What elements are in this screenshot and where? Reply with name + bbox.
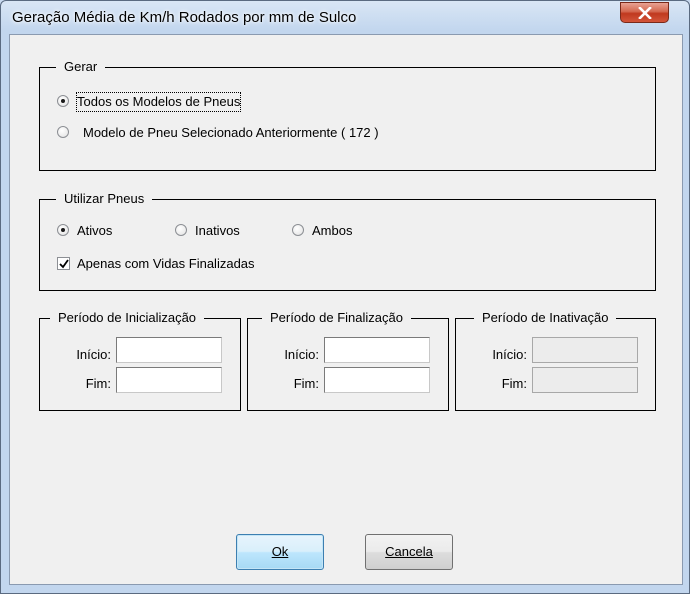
gerar-legend: Gerar [56, 59, 106, 75]
radio-label: Ativos [77, 223, 113, 238]
checkbox[interactable] [57, 257, 70, 270]
periodo-inativacao-group: Período de Inativação Início: Fim: [455, 310, 656, 411]
inicio-label: Início: [76, 347, 111, 362]
utilizar-pneus-legend: Utilizar Pneus [56, 191, 153, 207]
inicializacao-fim-field[interactable] [116, 367, 222, 393]
dialog-window: Geração Média de Km/h Rodados por mm de … [0, 0, 690, 594]
periodo-finalizacao-group: Período de Finalização Início: Fim: [247, 310, 449, 411]
finalizacao-inicio-field[interactable] [324, 337, 430, 363]
inicio-label: Início: [492, 347, 527, 362]
ok-button-label: Ok [271, 544, 289, 559]
fim-label: Fim: [501, 376, 527, 391]
radio-label: Inativos [195, 223, 240, 238]
periodo-finalizacao-legend: Período de Finalização [262, 310, 411, 326]
radio-label: Ambos [312, 223, 353, 238]
radio-button-icon[interactable] [57, 126, 69, 138]
title-bar[interactable]: Geração Média de Km/h Rodados por mm de … [1, 1, 689, 35]
inativacao-fim-field [532, 367, 638, 393]
periodo-inicializacao-legend: Período de Inicialização [50, 310, 205, 326]
inativacao-inicio-field [532, 337, 638, 363]
finalizacao-fim-field[interactable] [324, 367, 430, 393]
fim-label: Fim: [85, 376, 111, 391]
inicializacao-inicio-field[interactable] [116, 337, 222, 363]
dialog-client-area: Gerar Todos os Modelos de Pneus Modelo d… [9, 34, 683, 585]
cancel-button[interactable]: Cancela [365, 534, 453, 570]
ok-button[interactable]: Ok [236, 534, 324, 570]
checkbox-label: Apenas com Vidas Finalizadas [77, 256, 255, 271]
cancel-button-label: Cancela [385, 544, 433, 559]
periodo-inativacao-legend: Período de Inativação [474, 310, 617, 326]
checkmark-icon [59, 259, 69, 269]
radio-button-icon[interactable] [292, 224, 304, 236]
close-icon [638, 7, 652, 19]
inicio-label: Início: [284, 347, 319, 362]
radio-button-icon[interactable] [57, 224, 69, 236]
utilizar-pneus-group: Utilizar Pneus Ativos Inativos Ambos Ape… [39, 191, 656, 291]
radio-button-icon[interactable] [57, 95, 69, 107]
radio-label: Todos os Modelos de Pneus [75, 92, 242, 112]
periodo-inicializacao-group: Período de Inicialização Início: Fim: [39, 310, 241, 411]
radio-label: Modelo de Pneu Selecionado Anteriormente… [83, 125, 379, 140]
fim-label: Fim: [293, 376, 319, 391]
radio-button-icon[interactable] [175, 224, 187, 236]
window-title: Geração Média de Km/h Rodados por mm de … [12, 9, 357, 26]
gerar-group: Gerar Todos os Modelos de Pneus Modelo d… [39, 59, 656, 171]
close-button[interactable] [620, 2, 669, 23]
